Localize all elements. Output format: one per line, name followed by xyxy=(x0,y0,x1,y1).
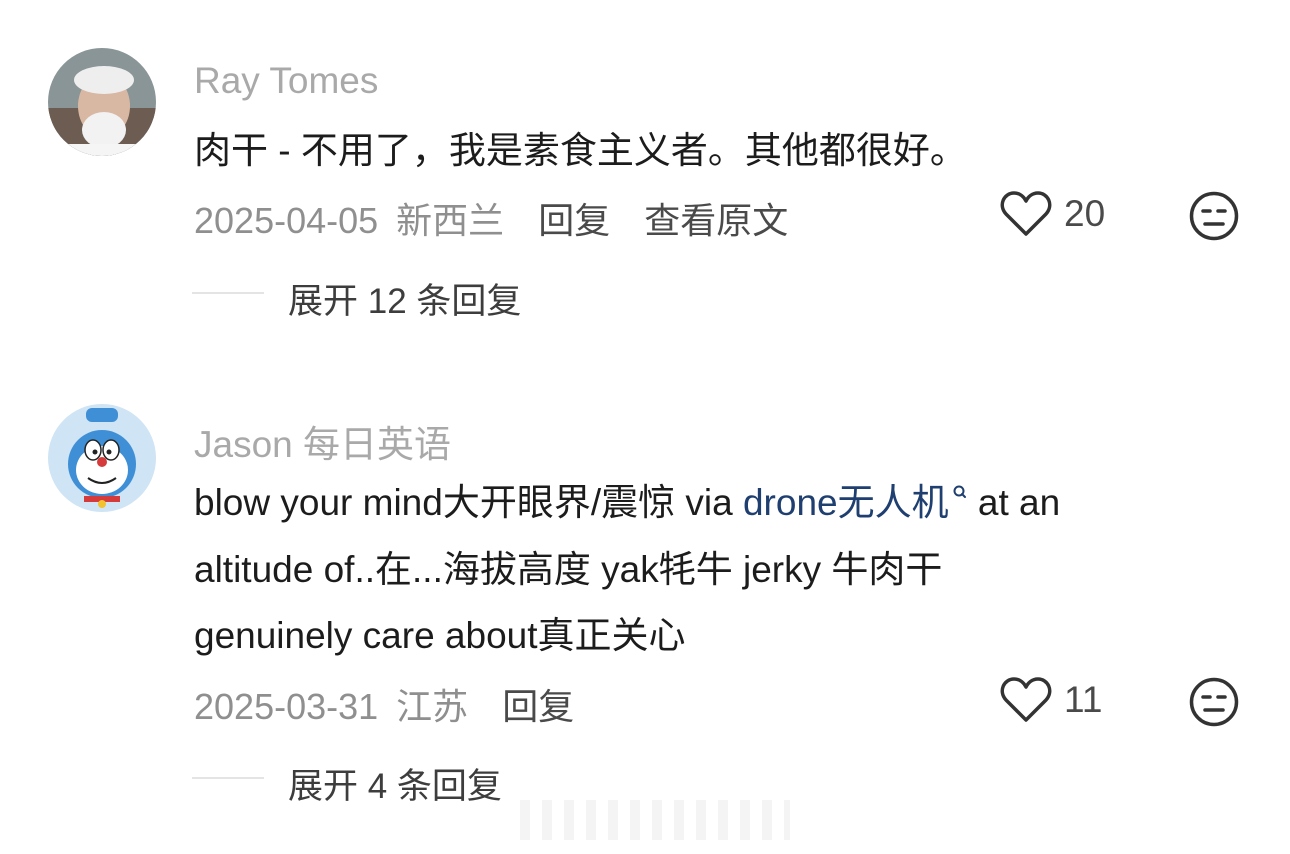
dislike-button[interactable] xyxy=(1188,676,1240,733)
divider-line xyxy=(192,777,264,779)
search-link[interactable]: drone无人机 xyxy=(743,482,968,523)
avatar-cartoon xyxy=(48,404,156,512)
comment-text-line3: genuinely care about真正关心 xyxy=(194,615,686,656)
search-icon xyxy=(953,485,966,498)
comment-text: blow your mind大开眼界/震惊 via drone无人机 at an xyxy=(194,470,1060,536)
comment-text-line1: blow your mind大开眼界/震惊 via xyxy=(194,482,743,523)
like-count: 20 xyxy=(1064,193,1106,234)
comment-meta: 2025-04-05 新西兰 回复 查看原文 xyxy=(194,192,788,244)
username[interactable]: Jason 每日英语 xyxy=(194,414,451,468)
search-link-label[interactable]: drone无人机 xyxy=(743,482,949,523)
comment-text: 肉干 - 不用了，我是素食主义者。其他都很好。 xyxy=(194,130,967,171)
username[interactable]: Ray Tomes xyxy=(194,60,378,102)
like-button[interactable]: 11 xyxy=(1000,676,1102,724)
heart-outline-icon xyxy=(1000,677,1052,722)
comment-location: 新西兰 xyxy=(396,200,505,241)
comment-date: 2025-03-31 xyxy=(194,686,379,727)
comment-meta: 2025-03-31 江苏 回复 xyxy=(194,678,574,730)
avatar[interactable] xyxy=(48,404,156,512)
like-button[interactable]: 20 xyxy=(1000,190,1105,238)
expand-replies-button[interactable]: 展开 12 条回复 xyxy=(288,273,521,324)
expand-replies-button[interactable]: 展开 4 条回复 xyxy=(288,758,502,809)
watermark-strip xyxy=(520,800,790,840)
comment-text-line1-end: at an xyxy=(967,482,1061,523)
reply-button[interactable]: 回复 xyxy=(538,200,610,241)
view-original-button[interactable]: 查看原文 xyxy=(644,200,788,241)
heart-outline-icon xyxy=(1000,191,1052,236)
comment-date: 2025-04-05 xyxy=(194,200,379,241)
divider-line xyxy=(192,292,264,294)
reply-button[interactable]: 回复 xyxy=(502,686,574,727)
dislike-button[interactable] xyxy=(1188,190,1240,247)
comment-text-line2: altitude of..在...海拔高度 yak牦牛 jerky 牛肉干 xyxy=(194,549,943,590)
avatar-photo xyxy=(48,48,156,156)
dislike-face-icon xyxy=(1189,677,1239,727)
like-count: 11 xyxy=(1064,679,1103,720)
dislike-face-icon xyxy=(1189,191,1239,241)
comment-location: 江苏 xyxy=(396,686,469,727)
avatar[interactable] xyxy=(48,48,156,156)
